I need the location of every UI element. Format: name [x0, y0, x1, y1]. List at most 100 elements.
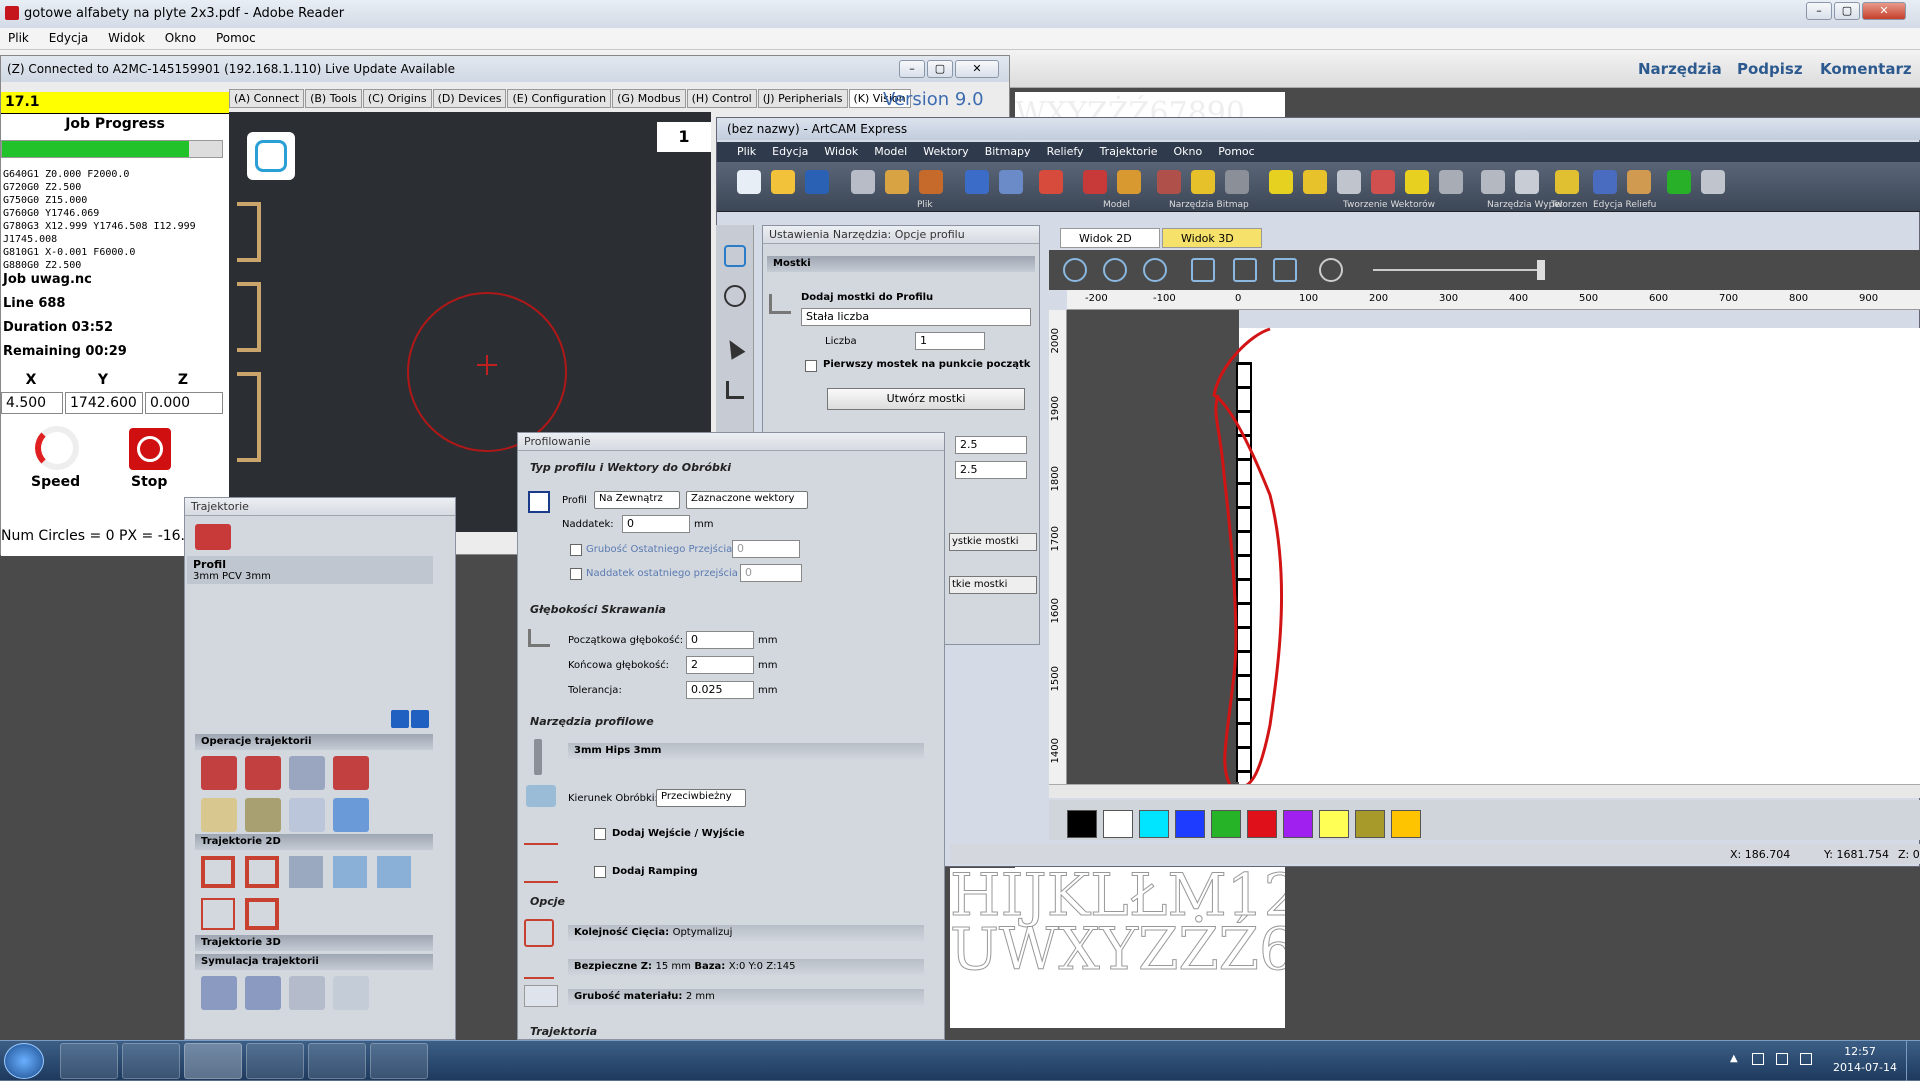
wejscie-checkbox[interactable] [594, 828, 606, 840]
delete-bridges-button[interactable]: tkie mostki [949, 576, 1037, 594]
operation-sheet-icon[interactable] [201, 798, 237, 832]
color-swatch[interactable] [1175, 810, 1205, 838]
vcarve-tool-icon[interactable] [333, 856, 367, 888]
network-app-icon[interactable] [122, 1043, 180, 1079]
color-swatch[interactable] [1211, 810, 1241, 838]
vector-star-icon[interactable] [1269, 170, 1293, 194]
canvas-material[interactable] [1239, 328, 1920, 784]
inlay-tool-icon[interactable] [377, 856, 411, 888]
profile-tool-icon[interactable] [201, 856, 235, 888]
tab-origins[interactable]: (C) Origins [362, 89, 432, 108]
toolpath-item[interactable]: Profil 3mm PCV 3mm [187, 556, 433, 584]
operation-block-icon[interactable] [289, 798, 325, 832]
undo-icon[interactable] [965, 170, 989, 194]
ac-menu-pomoc[interactable]: Pomoc [1210, 142, 1262, 161]
kierunek-select[interactable]: Przeciwbieżny [656, 789, 746, 807]
naddatek2-checkbox[interactable] [570, 568, 582, 580]
bitmap-select-icon[interactable] [1225, 170, 1249, 194]
bridge-mode-field[interactable]: Stała liczba [801, 308, 1031, 326]
menu-plik[interactable]: Plik [0, 28, 37, 48]
text-tool-icon[interactable] [245, 898, 279, 930]
edit-icon[interactable] [1039, 170, 1063, 194]
minimize-button[interactable]: – [1806, 2, 1832, 20]
section-operacje[interactable]: Operacje trajektorii [195, 734, 433, 750]
tray-arrow-icon[interactable]: ▲ [1730, 1053, 1742, 1065]
drill-tool-icon[interactable] [289, 856, 323, 888]
podpisz-button[interactable]: Podpisz [1737, 60, 1803, 78]
ac-menu-wektory[interactable]: Wektory [915, 142, 976, 161]
naddatek-input[interactable]: 0 [622, 515, 690, 533]
reader-titlebar[interactable]: gotowe alfabety na plyte 2x3.pdf - Adobe… [0, 0, 1920, 28]
vector-line-icon[interactable] [1371, 170, 1395, 194]
section-symulacja[interactable]: Symulacja trajektorii [195, 954, 433, 970]
ac-menu-bitmapy[interactable]: Bitmapy [977, 142, 1039, 161]
liczba-input[interactable]: 1 [915, 332, 985, 350]
ac-menu-plik[interactable]: Plik [717, 142, 764, 161]
firefox-icon[interactable] [60, 1043, 118, 1079]
a2mc-maximize[interactable]: ▢ [927, 60, 953, 78]
menu-pomoc[interactable]: Pomoc [208, 28, 264, 48]
narzedzia-button[interactable]: Narzędzia [1638, 60, 1722, 78]
sim-icon[interactable] [201, 976, 237, 1010]
tab-peripherials[interactable]: (J) Peripherials [757, 89, 848, 108]
sim-icon[interactable] [245, 976, 281, 1010]
kolejnosc-bar[interactable]: Kolejność Cięcia: Optymalizuj [568, 925, 924, 941]
zoom-page-icon[interactable] [1191, 258, 1215, 282]
vector-arc-icon[interactable] [1303, 170, 1327, 194]
grubosc-checkbox[interactable] [570, 544, 582, 556]
menu-okno[interactable]: Okno [157, 28, 204, 48]
artcam-titlebar[interactable]: (bez nazwy) - ArtCAM Express [717, 118, 1920, 140]
tab-modbus[interactable]: (G) Modbus [612, 89, 686, 108]
artcam-taskbar-icon[interactable] [184, 1043, 242, 1079]
close-button[interactable]: ✕ [1862, 2, 1906, 20]
redo-icon[interactable] [999, 170, 1023, 194]
komentarz-button[interactable]: Komentarz [1820, 60, 1912, 78]
ac-menu-edycja[interactable]: Edycja [764, 142, 816, 161]
fill-tool-icon[interactable] [1481, 170, 1505, 194]
ac-menu-trajektorie[interactable]: Trajektorie [1092, 142, 1166, 161]
section-2d[interactable]: Trajektorie 2D [195, 834, 433, 850]
cut-icon[interactable] [851, 170, 875, 194]
color-swatch[interactable] [1283, 810, 1313, 838]
relief-sculpt-icon[interactable] [1627, 170, 1651, 194]
tab-3d[interactable]: Widok 3D [1162, 228, 1262, 248]
model-bear-icon[interactable] [1117, 170, 1141, 194]
a2mc-titlebar[interactable]: (Z) Connected to A2MC-145159901 (192.168… [1, 56, 1009, 82]
color-swatch[interactable] [1067, 810, 1097, 838]
feature-tool-icon[interactable] [201, 898, 235, 930]
bridge-value-2[interactable]: 2.5 [955, 461, 1027, 479]
tab-devices[interactable]: (D) Devices [432, 89, 507, 108]
relief-edit-icon[interactable] [1593, 170, 1617, 194]
naddatek2-input[interactable]: 0 [740, 564, 802, 582]
start-button-icon[interactable] [4, 1043, 44, 1079]
profil-select[interactable]: Na Zewnątrz [594, 491, 680, 509]
bridge-value-1[interactable]: 2.5 [955, 436, 1027, 454]
operation-icon[interactable] [201, 756, 237, 790]
node-edit-icon[interactable] [726, 381, 744, 399]
a2mc-taskbar-icon[interactable] [370, 1043, 428, 1079]
create-bridges-button[interactable]: Utwórz mostki [827, 388, 1025, 410]
color-swatch[interactable] [1103, 810, 1133, 838]
pocket-tool-icon[interactable] [245, 856, 279, 888]
zoom-extent-icon[interactable] [1273, 258, 1297, 282]
operation-3d-icon[interactable] [289, 756, 325, 790]
zoom-previous-icon[interactable] [1143, 258, 1167, 282]
zoom-slider-handle[interactable] [1537, 260, 1545, 280]
section-3d[interactable]: Trajektorie 3D [195, 935, 433, 951]
select-tool-icon[interactable] [724, 245, 746, 267]
operation-tools-icon[interactable] [245, 798, 281, 832]
create-relief-icon[interactable] [1555, 170, 1579, 194]
layers-icon[interactable] [1701, 170, 1725, 194]
ramping-checkbox[interactable] [594, 866, 606, 878]
vector-node-icon[interactable] [1337, 170, 1361, 194]
plus-icon[interactable] [1667, 170, 1691, 194]
tab-configuration[interactable]: (E) Configuration [507, 89, 612, 108]
speed-gauge-icon[interactable] [35, 426, 79, 470]
operation-info-icon[interactable] [245, 756, 281, 790]
ac-menu-model[interactable]: Model [866, 142, 915, 161]
color-swatch[interactable] [1247, 810, 1277, 838]
grubosc-input[interactable]: 0 [732, 540, 800, 558]
tolerance-input[interactable]: 0.025 [686, 681, 754, 699]
a2mc-close[interactable]: ✕ [955, 60, 999, 78]
globe-icon[interactable] [724, 285, 746, 307]
